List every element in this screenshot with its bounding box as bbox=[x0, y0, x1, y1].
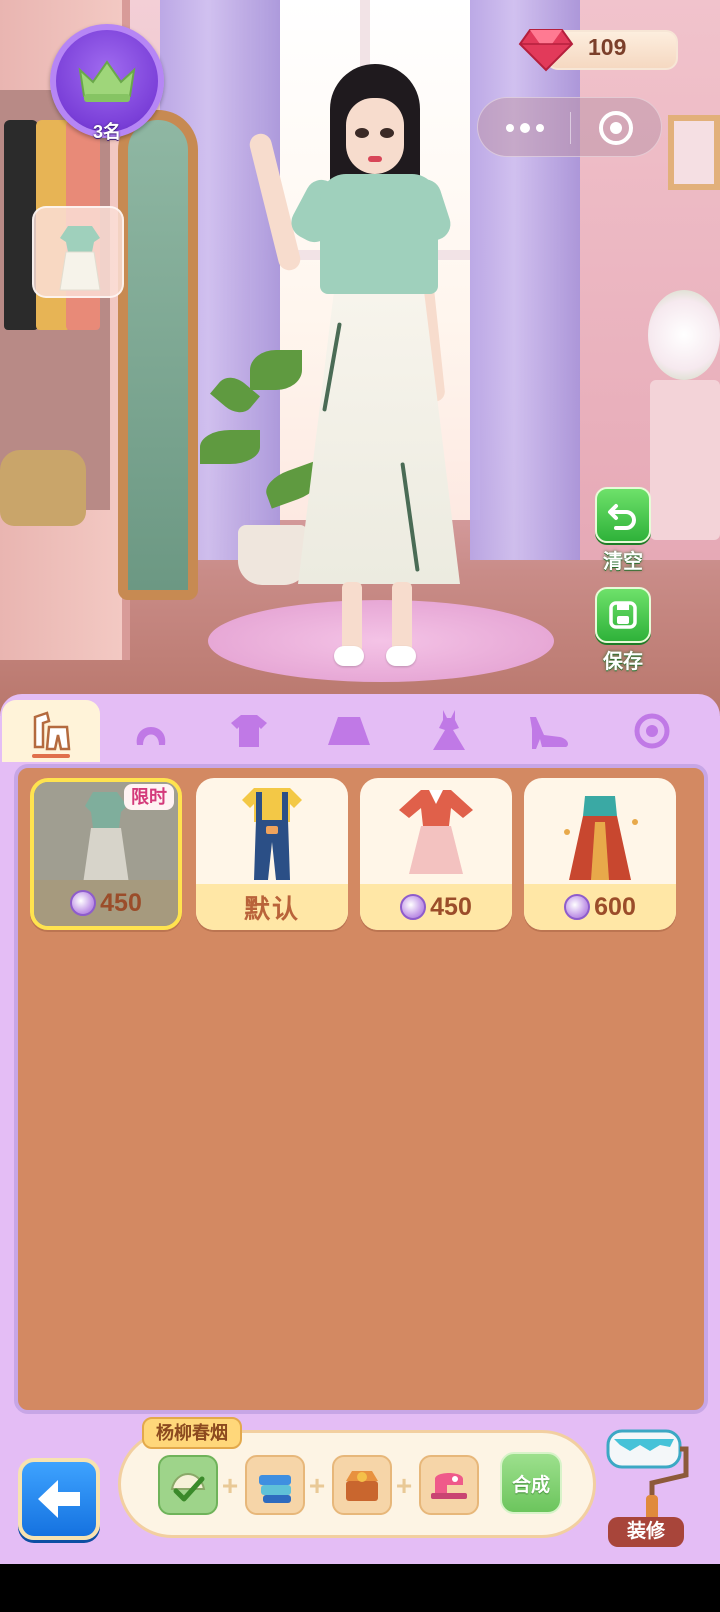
recipe-title: 杨柳春烟 bbox=[142, 1417, 242, 1449]
top-icon bbox=[231, 715, 267, 747]
item-card-overalls[interactable]: 默认 bbox=[196, 778, 348, 930]
ingredient-slot-1[interactable] bbox=[158, 1455, 218, 1515]
skirt-icon bbox=[328, 717, 370, 745]
accessory-icon bbox=[634, 713, 670, 749]
item-image bbox=[524, 778, 676, 886]
dress-icon bbox=[433, 710, 465, 750]
side-table bbox=[650, 380, 720, 540]
back-button[interactable] bbox=[18, 1458, 100, 1540]
rank-badge[interactable]: 3名 bbox=[50, 24, 164, 142]
crown-icon bbox=[78, 60, 136, 102]
item-card-red-pink-dress[interactable]: 450 bbox=[360, 778, 512, 930]
plus-sign: + bbox=[221, 1470, 239, 1501]
clothes-coin-icon bbox=[564, 894, 591, 920]
save-button[interactable]: 保存 bbox=[592, 587, 654, 674]
sewing-machine-icon bbox=[431, 1473, 467, 1499]
clothes-coin-icon bbox=[70, 890, 97, 916]
back-arrow-icon bbox=[38, 1480, 80, 1518]
flower-vase bbox=[648, 290, 720, 380]
teal-red-hanfu-icon bbox=[564, 796, 638, 880]
tab-skirt[interactable] bbox=[300, 700, 398, 762]
ingredient-slot-3[interactable] bbox=[332, 1455, 392, 1515]
save-label: 保存 bbox=[603, 651, 643, 673]
outfit-set-icon bbox=[33, 711, 71, 751]
folded-fabric-icon bbox=[259, 1475, 291, 1503]
avatar-character[interactable] bbox=[247, 62, 468, 674]
clothes-coin-icon bbox=[400, 894, 427, 920]
plus-sign: + bbox=[395, 1470, 413, 1501]
gem-counter[interactable]: 109 bbox=[518, 26, 678, 74]
tab-hair[interactable] bbox=[102, 700, 200, 762]
tab-outfit-set[interactable] bbox=[2, 700, 100, 762]
item-card-bamboo-qipao[interactable]: 限时 450 bbox=[30, 778, 182, 930]
tab-dress[interactable] bbox=[400, 700, 498, 762]
default-label: 默认 bbox=[243, 893, 300, 924]
clear-button[interactable]: 清空 bbox=[592, 487, 654, 574]
item-price: 600 bbox=[594, 892, 636, 921]
rank-label: 3名 bbox=[92, 122, 121, 142]
price-bar: 450 bbox=[34, 880, 178, 926]
more-dots-icon[interactable] bbox=[502, 118, 548, 138]
price-bar: 600 bbox=[524, 884, 676, 930]
handbag bbox=[0, 450, 86, 526]
tab-top[interactable] bbox=[200, 700, 298, 762]
item-price: 450 bbox=[430, 892, 472, 921]
ruby-gem-icon bbox=[518, 29, 574, 72]
picture-frame bbox=[668, 115, 720, 190]
qipao-outfit-icon bbox=[59, 226, 101, 291]
red-pink-dress-icon bbox=[399, 790, 473, 874]
item-image bbox=[360, 778, 512, 886]
ingredient-slot-4[interactable] bbox=[419, 1455, 479, 1515]
standing-mirror bbox=[118, 110, 198, 600]
high-heel-icon bbox=[530, 717, 568, 749]
undo-icon bbox=[608, 504, 636, 530]
plus-sign: + bbox=[308, 1470, 326, 1501]
decorate-button[interactable]: 装修 bbox=[600, 1425, 690, 1550]
system-nav-bar bbox=[0, 1564, 720, 1612]
synthesize-button[interactable]: 合成 bbox=[500, 1452, 562, 1514]
tab-shoes[interactable] bbox=[500, 700, 598, 762]
save-disk-icon bbox=[609, 601, 637, 629]
decorate-label: 装修 bbox=[608, 1517, 684, 1547]
ingredient-slot-2[interactable] bbox=[245, 1455, 305, 1515]
clear-label: 清空 bbox=[603, 551, 643, 573]
limited-time-tag: 限时 bbox=[124, 784, 174, 810]
hair-icon bbox=[136, 727, 166, 745]
price-bar: 默认 bbox=[196, 884, 348, 930]
item-price: 450 bbox=[100, 888, 142, 917]
close-target-icon[interactable] bbox=[598, 110, 634, 146]
curtain-right bbox=[470, 0, 580, 560]
item-grid: 限时 450 默认 450 600 bbox=[14, 764, 708, 1414]
gem-count: 109 bbox=[588, 34, 627, 60]
fan-check-icon bbox=[170, 1473, 206, 1502]
treasure-box-icon bbox=[346, 1471, 378, 1501]
tab-accessory[interactable] bbox=[600, 700, 698, 762]
item-card-teal-red-hanfu[interactable]: 600 bbox=[524, 778, 676, 930]
price-bar: 450 bbox=[360, 884, 512, 930]
category-tabs bbox=[0, 700, 720, 762]
mini-program-capsule bbox=[477, 97, 662, 157]
overalls-outfit-icon bbox=[242, 788, 302, 880]
current-outfit-thumbnail[interactable] bbox=[32, 206, 124, 298]
paint-roller-icon bbox=[606, 1429, 689, 1523]
item-image bbox=[196, 778, 348, 886]
